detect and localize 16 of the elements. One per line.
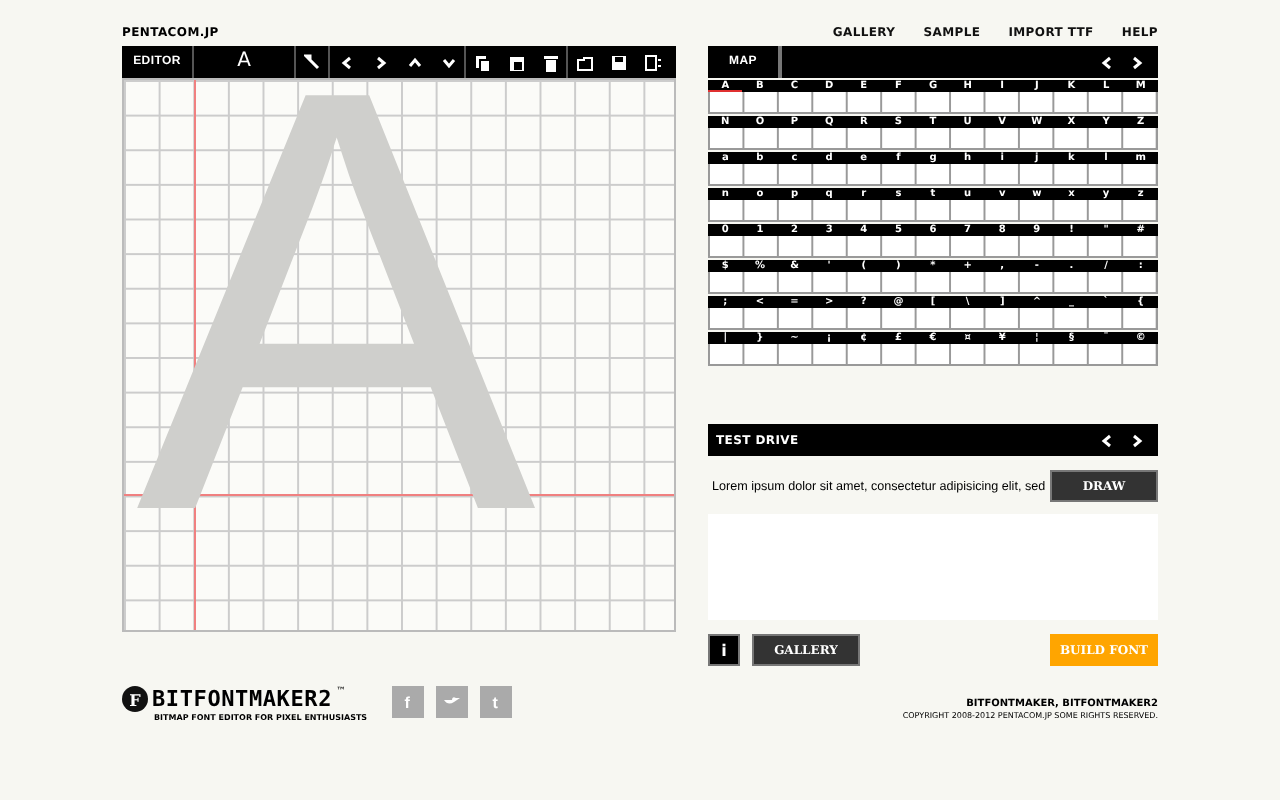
glyph-cell-row[interactable]: [708, 164, 1158, 186]
glyph-cell-row[interactable]: [708, 344, 1158, 366]
save-icon: [610, 53, 628, 71]
info-button[interactable]: i: [708, 634, 740, 666]
glyph-cell-row[interactable]: [708, 236, 1158, 258]
export-icon: [644, 53, 662, 71]
trash-icon: [541, 53, 559, 71]
glyph-cell-row[interactable]: [708, 308, 1158, 330]
glyph-cell-row[interactable]: [708, 128, 1158, 150]
logo-mark: F: [122, 686, 148, 712]
glyph-cell-row[interactable]: [708, 200, 1158, 222]
bird-icon: [443, 695, 460, 709]
logo-text: BITFONTMAKER2: [152, 686, 332, 712]
glyph-cell-row[interactable]: [708, 92, 1158, 114]
glyph-cell-row[interactable]: [708, 272, 1158, 294]
folder-icon: [576, 53, 594, 71]
